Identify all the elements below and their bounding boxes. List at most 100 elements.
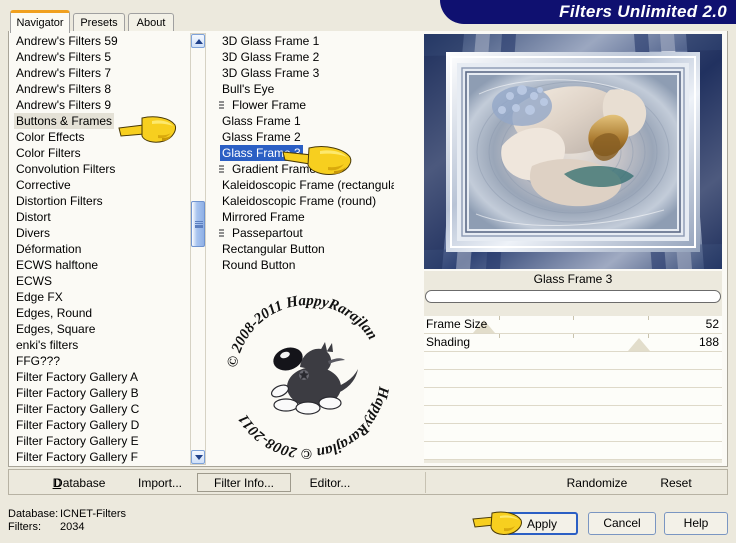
filter-list-item-label: Passepartout xyxy=(232,226,303,240)
slider-knob[interactable] xyxy=(627,338,650,351)
filter-list-item-label: Round Button xyxy=(222,258,296,272)
parameter-value: 52 xyxy=(705,317,719,331)
filter-info-button[interactable]: Filter Info... xyxy=(197,473,291,492)
category-list-item[interactable]: Edge FX xyxy=(12,289,188,305)
filter-list-item-label: Bull's Eye xyxy=(222,82,275,96)
tab-about-label: About xyxy=(136,17,166,29)
category-list-item[interactable]: Filter Factory Gallery A xyxy=(12,369,188,385)
category-list-item[interactable]: ECWS xyxy=(12,273,188,289)
tab-navigator[interactable]: Navigator xyxy=(10,10,70,33)
category-list-item[interactable]: Corrective xyxy=(12,177,188,193)
parameter-slider-row[interactable]: Shading 188 xyxy=(424,334,722,352)
cancel-button-label: Cancel xyxy=(603,516,641,530)
tab-strip: Navigator Presets About xyxy=(0,10,736,33)
reset-button[interactable]: Reset xyxy=(647,473,705,492)
category-list-item[interactable]: Filter Factory Gallery E xyxy=(12,433,188,449)
parameter-slider-row-empty xyxy=(424,442,722,460)
filter-list-item[interactable]: Glass Frame 2 xyxy=(218,129,394,145)
filter-list-item-label: Rectangular Button xyxy=(222,242,325,256)
parameter-slider-row-empty xyxy=(424,388,722,406)
filter-list-item[interactable]: 3D Glass Frame 3 xyxy=(218,65,394,81)
filter-list-item[interactable]: Flower Frame xyxy=(218,97,394,113)
filter-list-item[interactable]: Rectangular Button xyxy=(218,241,394,257)
tab-presets-label: Presets xyxy=(80,17,118,29)
category-list-item-label: Edges, Round xyxy=(16,306,93,320)
category-list-item[interactable]: Edges, Square xyxy=(12,321,188,337)
import-button-label: Import... xyxy=(137,476,182,490)
filter-list-item[interactable]: Gradient Frame xyxy=(218,161,394,177)
category-list-item-label: ECWS halftone xyxy=(16,258,99,272)
parameter-name: Shading xyxy=(426,335,471,349)
filter-effect-list[interactable]: 3D Glass Frame 1 3D Glass Frame 2 3D Glass… xyxy=(218,33,394,465)
category-list-item[interactable]: Andrew's Filters 7 xyxy=(12,65,188,81)
slider-tick xyxy=(498,316,500,320)
database-button[interactable]: DDatabase xyxy=(37,473,121,492)
filter-info-button-label: Filter Info... xyxy=(213,476,275,490)
filter-list-item-label: Glass Frame 1 xyxy=(222,114,301,128)
help-button-label: Help xyxy=(683,516,709,530)
filter-list-item-label: Glass Frame 3 xyxy=(220,145,303,161)
category-list-item[interactable]: Déformation xyxy=(12,241,188,257)
apply-button[interactable]: Apply xyxy=(506,512,578,535)
category-list-item[interactable]: Divers xyxy=(12,225,188,241)
category-list-item[interactable]: Color Effects xyxy=(12,129,188,145)
slider-tick xyxy=(573,316,574,320)
filter-list-item[interactable]: Mirrored Frame xyxy=(218,209,394,225)
scroll-up-arrow-icon[interactable] xyxy=(191,34,205,48)
parameter-slider-row[interactable]: Frame Size 52 xyxy=(424,316,722,334)
tab-navigator-label: Navigator xyxy=(16,17,64,29)
preset-progress-bar[interactable] xyxy=(425,290,721,303)
filter-list-item[interactable]: 3D Glass Frame 2 xyxy=(218,49,394,65)
category-list-item[interactable]: Color Filters xyxy=(12,145,188,161)
category-list-item[interactable]: enki's filters xyxy=(12,337,188,353)
category-list-item[interactable]: Filter Factory Gallery D xyxy=(12,417,188,433)
tab-presets[interactable]: Presets xyxy=(73,13,125,32)
category-list-item[interactable]: Filter Factory Gallery F xyxy=(12,449,188,465)
category-list-item[interactable]: ECWS halftone xyxy=(12,257,188,273)
filter-list-item[interactable]: Glass Frame 3 xyxy=(218,145,394,161)
category-list-item[interactable]: Distort xyxy=(12,209,188,225)
cancel-button[interactable]: Cancel xyxy=(588,512,656,535)
category-list-item[interactable]: Andrew's Filters 59 xyxy=(12,33,188,49)
status-filters-label: Filters: xyxy=(8,521,41,533)
tab-about[interactable]: About xyxy=(128,13,174,32)
category-list-item[interactable]: Distortion Filters xyxy=(12,193,188,209)
filter-list-item[interactable]: Bull's Eye xyxy=(218,81,394,97)
status-filters-value: 2034 xyxy=(60,521,85,533)
preset-marker-icon xyxy=(219,101,224,109)
bottom-toolbar: DDatabase Import... Filter Info... Edito… xyxy=(8,469,728,495)
category-list-item[interactable]: Andrew's Filters 9 xyxy=(12,97,188,113)
category-list-item[interactable]: Buttons & Frames xyxy=(12,113,188,129)
import-button[interactable]: Import... xyxy=(125,473,195,492)
scrollbar-thumb[interactable] xyxy=(191,201,205,247)
filter-list-item[interactable]: Kaleidoscopic Frame (rectangular) xyxy=(218,177,394,193)
category-list-item[interactable]: Filter Factory Gallery C xyxy=(12,401,188,417)
filter-list-item[interactable]: Kaleidoscopic Frame (round) xyxy=(218,193,394,209)
category-list-item[interactable]: Convolution Filters xyxy=(12,161,188,177)
category-list-item[interactable]: Andrew's Filters 8 xyxy=(12,81,188,97)
filter-list-item[interactable]: Round Button xyxy=(218,257,394,273)
category-list-item-label: Andrew's Filters 8 xyxy=(16,82,111,96)
category-list-item-label: Filter Factory Gallery E xyxy=(16,434,139,448)
reset-button-label: Reset xyxy=(660,476,692,490)
parameter-slider-row-empty xyxy=(424,352,722,370)
help-button[interactable]: Help xyxy=(664,512,728,535)
category-list-item[interactable]: FFG??? xyxy=(12,353,188,369)
category-list-item[interactable]: Edges, Round xyxy=(12,305,188,321)
category-list-item-label: Edges, Square xyxy=(16,322,96,336)
filter-list-item[interactable]: Glass Frame 1 xyxy=(218,113,394,129)
scroll-down-arrow-icon[interactable] xyxy=(191,450,205,464)
category-list-item[interactable]: Andrew's Filters 5 xyxy=(12,49,188,65)
category-list-item-label: Convolution Filters xyxy=(16,162,116,176)
filter-list-item-label: 3D Glass Frame 1 xyxy=(222,34,320,48)
status-database-label: Database: xyxy=(8,508,59,520)
category-list-scrollbar[interactable] xyxy=(190,33,206,465)
parameter-slider-row-empty xyxy=(424,406,722,424)
category-list-item[interactable]: Filter Factory Gallery B xyxy=(12,385,188,401)
randomize-button[interactable]: Randomize xyxy=(555,473,639,492)
filter-list-item[interactable]: Passepartout xyxy=(218,225,394,241)
editor-button[interactable]: Editor... xyxy=(297,473,363,492)
filter-list-item[interactable]: 3D Glass Frame 1 xyxy=(218,33,394,49)
filter-list-item-label: Flower Frame xyxy=(232,98,307,112)
filter-category-list[interactable]: Andrew's Filters 59 Andrew's Filters 5 And… xyxy=(12,33,188,465)
